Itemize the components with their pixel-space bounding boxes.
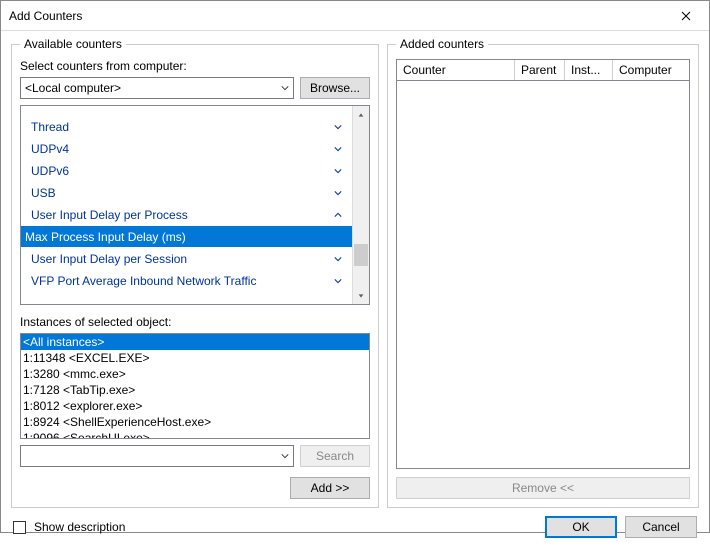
dialog-body: Available counters Select counters from … [1,31,709,508]
counter-item[interactable]: User Input Delay per Process [21,204,352,226]
counter-item-label: User Input Delay per Process [31,208,332,222]
window-title: Add Counters [9,9,663,23]
counter-item-label: USB [31,186,332,200]
counter-item-label: VFP Port Average Inbound Network Traffic [31,274,332,288]
counters-scrollbar[interactable] [352,106,369,304]
chevron-down-icon[interactable] [332,167,344,175]
counter-item[interactable]: USB [21,182,352,204]
instance-item[interactable]: 1:11348 <EXCEL.EXE> [21,350,369,366]
instances-listbox[interactable]: <All instances>1:11348 <EXCEL.EXE>1:3280… [20,333,370,439]
added-counters-legend: Added counters [396,37,488,51]
chevron-down-icon[interactable] [332,277,344,285]
cancel-button[interactable]: Cancel [625,516,697,538]
counter-item[interactable]: UDPv6 [21,160,352,182]
chevron-down-icon[interactable] [332,123,344,131]
instance-item[interactable]: <All instances> [21,334,369,350]
col-instance[interactable]: Inst... [565,60,613,80]
instance-item[interactable]: 1:8924 <ShellExperienceHost.exe> [21,414,369,430]
scroll-up-icon[interactable] [353,106,369,123]
counter-item[interactable]: UDPv4 [21,138,352,160]
added-counters-group: Added counters Counter Parent Inst... Co… [387,37,699,508]
close-icon [681,11,691,21]
chevron-down-icon [281,449,289,463]
counter-item-label: User Input Delay per Session [31,252,332,266]
add-button[interactable]: Add >> [290,477,370,499]
available-counters-group: Available counters Select counters from … [11,37,379,508]
remove-button[interactable]: Remove << [396,477,690,499]
chevron-down-icon[interactable] [332,189,344,197]
select-computer-label: Select counters from computer: [20,59,370,73]
chevron-down-icon[interactable] [332,145,344,153]
instance-item[interactable]: 1:8012 <explorer.exe> [21,398,369,414]
scroll-down-icon[interactable] [353,287,369,304]
counter-item-label: UDPv4 [31,142,332,156]
title-bar: Add Counters [1,1,709,31]
computer-combobox-value: <Local computer> [25,81,121,95]
chevron-down-icon [281,81,289,95]
chevron-up-icon[interactable] [332,211,344,219]
close-button[interactable] [663,1,709,31]
instances-label: Instances of selected object: [20,315,370,329]
instance-item[interactable]: 1:7128 <TabTip.exe> [21,382,369,398]
instance-item[interactable]: 1:3280 <mmc.exe> [21,366,369,382]
chevron-down-icon[interactable] [332,255,344,263]
computer-combobox[interactable]: <Local computer> [20,77,294,99]
added-counters-header: Counter Parent Inst... Computer [396,59,690,81]
counter-sub-item[interactable]: Max Process Input Delay (ms) [21,226,352,248]
counter-item-label: Thread [31,120,332,134]
search-button[interactable]: Search [300,445,370,467]
dialog-footer: Show description OK Cancel [1,508,709,548]
scroll-thumb[interactable] [354,244,368,266]
counters-listbox[interactable]: Thread UDPv4 UDPv6 USB User Input Delay per … [20,105,370,305]
ok-button[interactable]: OK [545,516,617,538]
counter-item[interactable]: Thread [21,116,352,138]
available-counters-legend: Available counters [20,37,126,51]
added-counters-list[interactable] [396,81,690,469]
show-description-label[interactable]: Show description [34,520,125,534]
col-parent[interactable]: Parent [515,60,565,80]
show-description-checkbox[interactable] [13,521,26,534]
counter-item[interactable]: User Input Delay per Session [21,248,352,270]
counter-item-label: UDPv6 [31,164,332,178]
instance-filter-combobox[interactable] [20,445,294,467]
col-computer[interactable]: Computer [613,60,689,80]
counter-item[interactable]: VFP Port Average Inbound Network Traffic [21,270,352,292]
col-counter[interactable]: Counter [397,60,515,80]
counter-item-label: Max Process Input Delay (ms) [25,230,344,244]
browse-button[interactable]: Browse... [300,77,370,99]
instance-item[interactable]: 1:9096 <SearchUI.exe> [21,430,369,439]
